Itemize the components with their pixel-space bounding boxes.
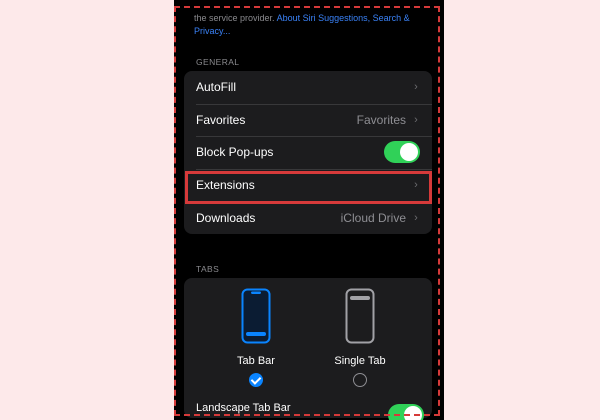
toggle-knob <box>404 406 422 420</box>
row-label: Block Pop-ups <box>196 145 274 160</box>
chevron-right-icon: › <box>414 179 418 192</box>
row-block-popups: Block Pop-ups <box>184 136 432 169</box>
phone-tab-bar-icon <box>241 288 271 344</box>
phone-screen: the service provider. About Siri Suggest… <box>174 0 444 420</box>
row-label: Downloads <box>196 210 256 225</box>
tabs-section-header: TABS <box>196 264 220 274</box>
row-value: iCloud Drive <box>340 210 406 225</box>
single-tab-radio[interactable] <box>353 373 367 387</box>
tabs-settings-group: Tab Bar Single Tab <box>184 278 432 418</box>
row-favorites[interactable]: Favorites Favorites › <box>184 103 432 137</box>
row-extensions[interactable]: Extensions › <box>184 168 432 202</box>
chevron-right-icon: › <box>414 211 418 224</box>
tab-bar-option[interactable]: Tab Bar <box>216 288 296 387</box>
row-autofill[interactable]: AutoFill › <box>184 71 432 104</box>
row-label: Landscape Tab Bar <box>196 402 291 414</box>
intro-text: the service provider. About Siri Suggest… <box>194 12 430 38</box>
tab-bar-checkmark[interactable] <box>249 373 263 387</box>
tab-layout-picker: Tab Bar Single Tab <box>184 278 432 418</box>
row-label: AutoFill <box>196 80 237 95</box>
tab-bar-label: Tab Bar <box>237 355 275 367</box>
chevron-right-icon: › <box>414 113 418 126</box>
row-downloads[interactable]: Downloads iCloud Drive › <box>184 201 432 234</box>
row-landscape-tab-bar: Landscape Tab Bar <box>184 398 432 420</box>
general-settings-group: AutoFill › Favorites Favorites › Block P… <box>184 71 432 234</box>
row-value: Favorites <box>356 112 406 127</box>
row-label: Extensions <box>196 178 255 193</box>
intro-description: the service provider. <box>194 13 275 23</box>
single-tab-label: Single Tab <box>334 355 386 367</box>
row-label: Favorites <box>196 112 246 127</box>
chevron-right-icon: › <box>414 81 418 94</box>
general-section-header: GENERAL <box>196 57 240 67</box>
phone-single-tab-icon <box>345 288 375 344</box>
toggle-knob <box>400 143 418 162</box>
block-popups-toggle[interactable] <box>384 141 420 164</box>
landscape-tab-bar-toggle[interactable] <box>388 404 424 420</box>
single-tab-option[interactable]: Single Tab <box>320 288 400 387</box>
